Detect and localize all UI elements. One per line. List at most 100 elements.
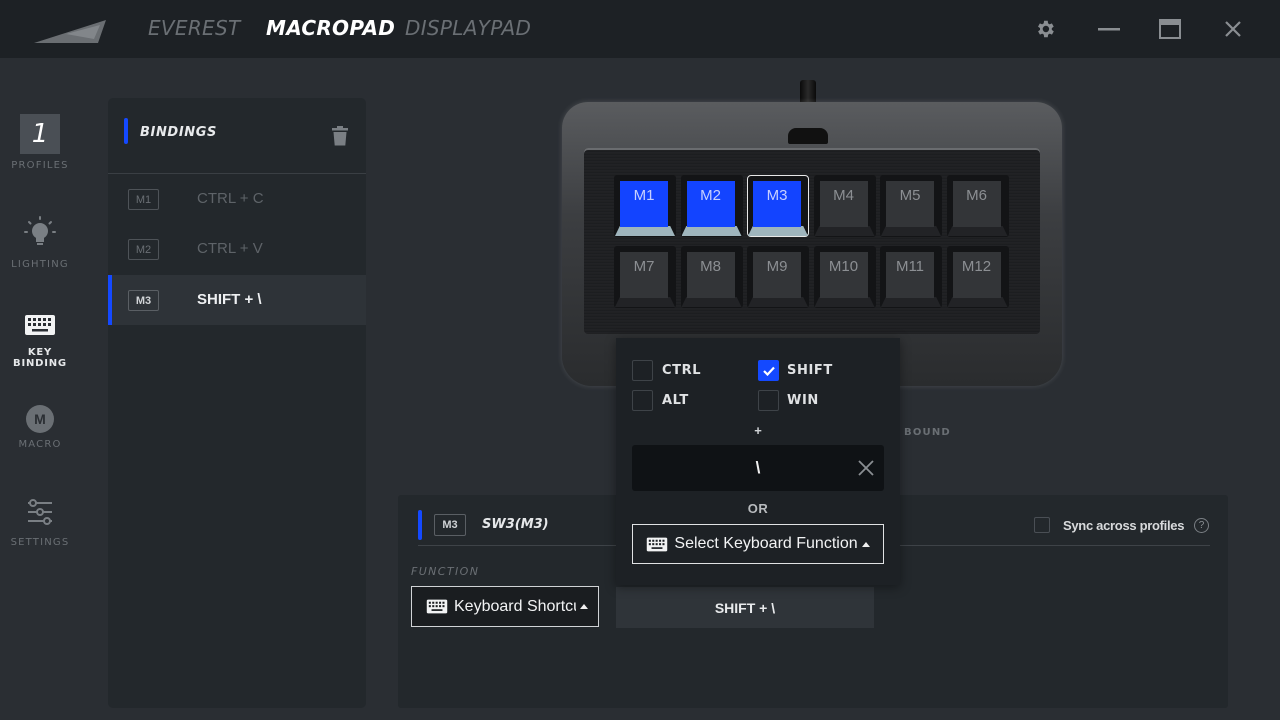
sliders-icon [28,499,52,525]
close-icon [1225,21,1241,37]
tab-macropad[interactable]: MACROPAD [266,16,395,40]
shortcut-popup: CTRL SHIFT ALT WIN + \ OR Select Keyboar… [616,338,900,585]
device-key-m1[interactable]: M1 [614,175,676,237]
title-bar: EVEREST MACROPAD DISPLAYPAD [0,0,1280,58]
cable-connector [788,128,828,144]
device-key-m10[interactable]: M10 [813,246,876,308]
sidebar-item-macro[interactable]: M MACRO [0,405,80,450]
caret-up-icon [861,541,870,547]
key-skirt [947,297,1008,307]
shift-label: SHIFT [787,363,833,378]
win-checkbox[interactable] [758,390,779,411]
alt-label: ALT [662,393,689,408]
device-key-m11[interactable]: M11 [880,246,942,308]
key-skirt [881,297,941,307]
function-label: FUNCTION [411,565,480,578]
trash-icon[interactable] [332,126,348,146]
key-cap-label: M8 [686,252,735,298]
sidebar-item-key-binding[interactable]: KEY BINDING [0,314,80,369]
ctrl-label: CTRL [662,363,702,378]
keyboard-icon [647,537,668,551]
function-dropdown-value: Keyboard Shortcut [454,597,576,615]
device-key-plate: M1 M2 M3 M4 M5 M6 M7 M8 M9 M10 M11 M12 [584,148,1040,334]
binding-row-m2[interactable]: M2 CTRL + V [108,224,366,274]
device-key-m12[interactable]: M12 [946,246,1009,308]
close-button[interactable] [1218,14,1248,44]
binding-value: SHIFT + \ [197,291,262,308]
key-skirt [881,226,941,236]
key-skirt [681,297,742,307]
minimize-button[interactable] [1094,14,1124,44]
key-badge: M3 [128,290,159,311]
bindings-title: BINDINGS [140,125,217,140]
shortcut-value-button[interactable]: SHIFT + \ [616,587,874,628]
device-key-m4[interactable]: M4 [813,175,876,237]
binding-value: CTRL + V [197,240,263,257]
device-key-m3[interactable]: M3 [747,175,809,237]
select-keyboard-function-dropdown[interactable]: Select Keyboard Function [632,524,884,564]
settings-button[interactable] [1030,14,1060,44]
key-name: SW3(M3) [482,517,549,532]
accent-bar [124,118,128,144]
binding-row-m1[interactable]: M1 CTRL + C [108,174,366,224]
key-skirt [814,297,875,307]
sync-checkbox[interactable] [1034,517,1050,533]
key-cap-label: M7 [620,252,668,298]
ctrl-checkbox[interactable] [632,360,653,381]
key-cap-label: M9 [753,252,801,298]
key-cap-label: M1 [620,181,668,227]
device-key-m5[interactable]: M5 [880,175,942,237]
key-cap-label: M3 [753,181,801,227]
checkmark-icon [762,366,775,376]
binding-row-m3[interactable]: M3 SHIFT + \ [108,275,366,325]
key-input[interactable]: \ [632,445,884,491]
function-dropdown[interactable]: Keyboard Shortcut [411,586,599,627]
or-label: OR [747,501,769,516]
key-skirt [615,297,675,307]
sidebar-item-lighting[interactable]: LIGHTING [0,216,80,270]
alt-checkbox[interactable] [632,390,653,411]
key-cap-label: M11 [886,252,934,298]
binding-value: CTRL + C [197,190,264,207]
win-label: WIN [787,393,819,408]
key-badge: M2 [128,239,159,260]
bindings-header: BINDINGS [108,98,366,174]
key-skirt [748,297,808,307]
accent-bar [418,510,422,540]
key-cap-label: M5 [886,181,934,227]
help-icon[interactable]: ? [1194,518,1209,533]
device-key-m7[interactable]: M7 [614,246,676,308]
device-key-m6[interactable]: M6 [946,175,1009,237]
sidebar-label: KEY BINDING [13,347,67,369]
key-cap-label: M6 [952,181,1001,227]
tab-everest[interactable]: EVEREST [148,16,241,40]
bindings-panel: BINDINGS M1 CTRL + C M2 CTRL + V M3 SHIF… [108,98,366,708]
sidebar-label: MACRO [18,439,62,450]
caret-up-icon [580,604,588,609]
clear-icon[interactable] [858,460,874,476]
sidebar-label: SETTINGS [10,537,70,548]
keyboard-icon [25,315,55,335]
device-key-m8[interactable]: M8 [680,246,743,308]
device-key-m2[interactable]: M2 [680,175,743,237]
minimize-icon [1098,28,1120,31]
key-cap-label: M2 [686,181,735,227]
tab-displaypad[interactable]: DISPLAYPAD [405,16,531,40]
sync-label: Sync across profiles [1063,518,1185,533]
device-key-m9[interactable]: M9 [747,246,809,308]
plus-label: + [754,423,762,438]
maximize-button[interactable] [1155,14,1185,44]
sidebar-item-profiles[interactable]: 1 PROFILES [0,114,80,171]
key-cap-label: M10 [819,252,868,298]
key-cap-label: M12 [952,252,1001,298]
maximize-icon [1159,19,1181,39]
shift-checkbox[interactable] [758,360,779,381]
sidebar-label: LIGHTING [11,259,69,270]
key-skirt [947,226,1008,236]
sidebar-item-settings[interactable]: SETTINGS [0,498,80,548]
key-badge: M3 [434,514,466,536]
macro-m-icon: M [26,405,54,433]
profile-number: 1 [20,114,60,154]
legend-bound: BOUND [904,427,951,438]
brand-logo [34,20,106,43]
